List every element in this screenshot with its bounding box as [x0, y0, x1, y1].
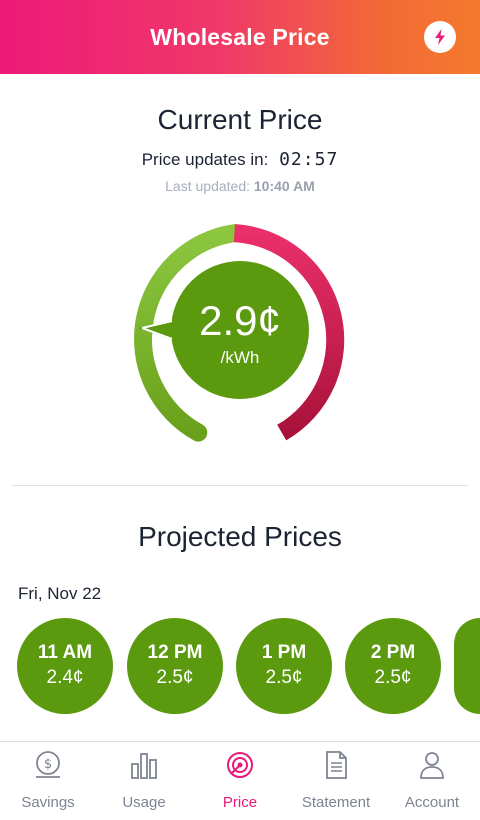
lightning-bolt-icon [435, 29, 445, 45]
projected-price-item[interactable]: 12 PM 2.5¢ [127, 618, 223, 714]
projected-time: 11 AM [37, 642, 93, 663]
document-icon [326, 751, 347, 779]
projected-price: 2.5¢ [156, 667, 194, 688]
tab-price[interactable]: Price [192, 742, 288, 820]
bottom-tab-bar: $ Savings Usage Price Statement Account [0, 741, 480, 820]
last-updated-label: Last updated: [165, 178, 250, 194]
projected-time: 12 PM [147, 642, 203, 663]
projected-price-item[interactable]: 2 PM 2.5¢ [345, 618, 441, 714]
countdown-timer: 02:57 [279, 149, 339, 170]
price-dial-icon [227, 752, 253, 778]
tab-label: Statement [301, 794, 371, 811]
projected-price-item[interactable]: 1 PM 2.5¢ [236, 618, 332, 714]
tab-label: Savings [21, 794, 75, 811]
price-unit: /kWh [220, 348, 260, 367]
bar-chart-icon [131, 753, 157, 779]
page-title: Wholesale Price [150, 23, 330, 50]
section-divider [12, 485, 468, 486]
projected-price-item-partial[interactable] [454, 618, 480, 714]
projected-time: 2 PM [370, 642, 416, 663]
tab-usage[interactable]: Usage [96, 742, 192, 820]
current-price-value: 2.9¢ [199, 297, 281, 344]
projected-price: 2.5¢ [265, 667, 303, 688]
last-updated: Last updated: 10:40 AM [0, 178, 480, 194]
projected-prices-title: Projected Prices [138, 521, 342, 552]
projected-date: Fri, Nov 22 [18, 584, 102, 603]
tab-statement[interactable]: Statement [288, 742, 384, 820]
projected-price: 2.4¢ [46, 667, 84, 688]
svg-text:$: $ [44, 757, 52, 772]
current-price-title: Current Price [157, 104, 323, 135]
tab-label: Price [222, 794, 258, 811]
app-header: Wholesale Price [0, 0, 480, 74]
person-icon [420, 752, 444, 779]
tab-label: Usage [122, 794, 166, 811]
projected-price-item[interactable]: 11 AM 2.4¢ [17, 618, 113, 714]
projected-time: 1 PM [261, 642, 307, 663]
lightning-bolt-button[interactable] [424, 21, 456, 53]
projected-price: 2.5¢ [374, 667, 412, 688]
updates-label: Price updates in: [141, 150, 269, 169]
price-update-countdown: Price updates in: 02:57 [0, 149, 480, 170]
tab-account[interactable]: Account [384, 742, 480, 820]
last-updated-time: 10:40 AM [253, 178, 315, 194]
tab-savings[interactable]: $ Savings [0, 742, 96, 820]
savings-coin-icon: $ [36, 751, 60, 778]
tab-label: Account [404, 794, 460, 811]
